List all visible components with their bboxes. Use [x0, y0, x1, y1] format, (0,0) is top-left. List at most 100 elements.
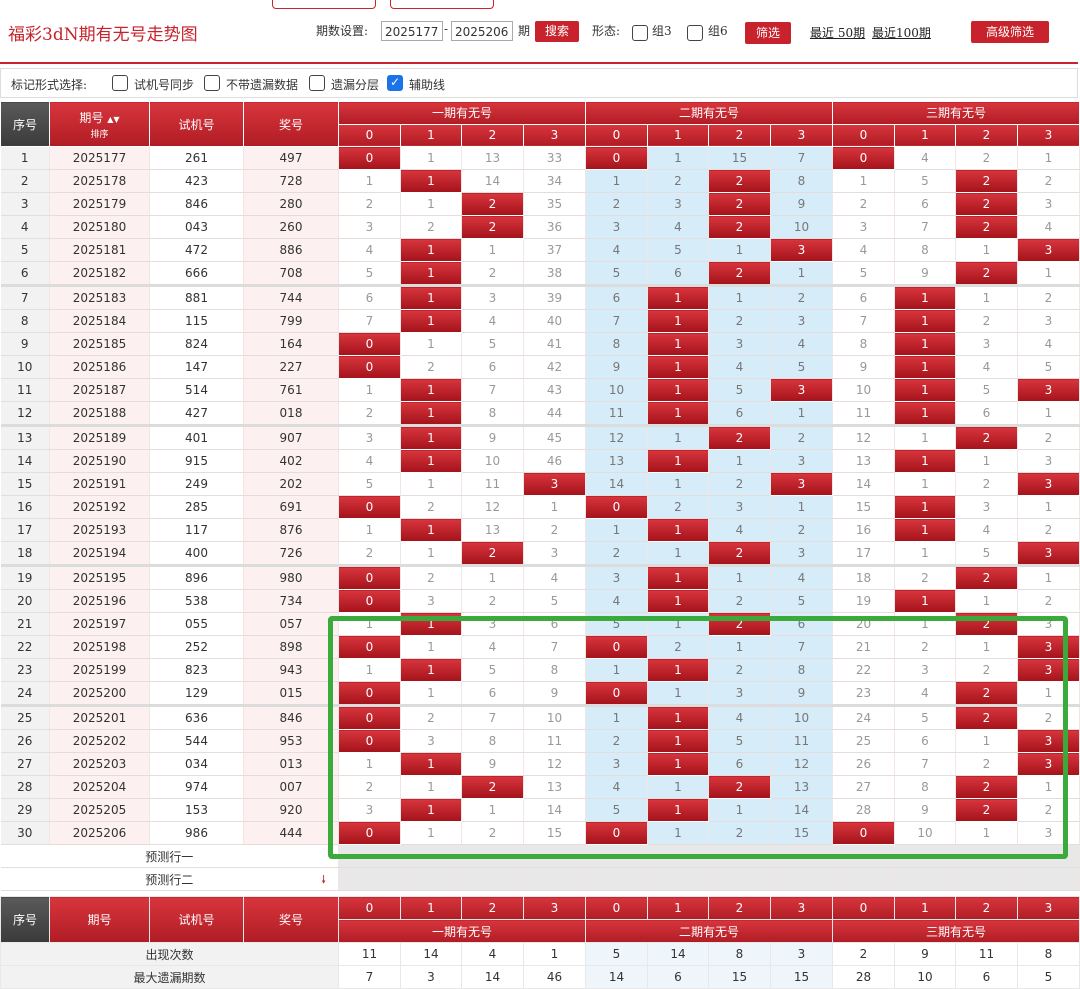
footer-period: 期号 — [49, 896, 150, 943]
miss-cell: 7 — [585, 309, 648, 333]
miss-cell: 1 — [894, 472, 956, 496]
miss-cell: 39 — [523, 284, 586, 310]
predict-cell[interactable] — [1017, 867, 1080, 891]
predict-cell[interactable] — [770, 844, 833, 868]
footer-digit: 1 — [894, 896, 956, 920]
stats-label: 出现次数 — [0, 942, 339, 966]
miss-cell: 7 — [894, 752, 956, 776]
miss-cell: 6 — [523, 612, 586, 636]
predict-cell[interactable] — [647, 867, 709, 891]
miss-cell: 3 — [708, 681, 771, 706]
miss-cell: 2 — [955, 752, 1018, 776]
predict-cell[interactable] — [400, 844, 462, 868]
predict-cell[interactable] — [955, 867, 1018, 891]
predict-cell[interactable] — [647, 844, 709, 868]
predict-cell[interactable] — [338, 844, 401, 868]
predict-cell[interactable] — [585, 844, 648, 868]
row-period: 2025197 — [49, 612, 150, 636]
hit-cell: 0 — [338, 332, 401, 356]
miss-cell: 17 — [832, 541, 895, 566]
top-tab-1[interactable] — [272, 0, 376, 9]
stats-value: 28 — [832, 965, 895, 989]
miss-cell: 34 — [523, 169, 586, 193]
advanced-filter-button[interactable]: 高级筛选 — [971, 21, 1049, 43]
predict-cell[interactable] — [523, 844, 586, 868]
sort-icon[interactable]: ▲▼ — [107, 115, 119, 124]
miss-layer-checkbox[interactable] — [309, 75, 325, 91]
predict-cell[interactable] — [338, 867, 401, 891]
predict-cell[interactable] — [708, 867, 771, 891]
hit-cell: 2 — [708, 424, 771, 450]
miss-cell: 3 — [1017, 449, 1080, 473]
miss-cell: 9 — [461, 752, 524, 776]
aux-line-checkbox[interactable] — [387, 75, 403, 91]
header-sort-label[interactable]: 排序 — [90, 130, 108, 140]
miss-cell: 3 — [894, 658, 956, 682]
group6-checkbox[interactable] — [687, 25, 703, 41]
recent-50-link[interactable]: 最近 50期 — [810, 24, 865, 41]
miss-cell: 2 — [647, 495, 709, 519]
period-to-input[interactable]: 2025206 — [451, 21, 513, 41]
table-row: 23 2025199 823 943 1 1 5 8 1 1 2 8 22 3 2 3 — [0, 658, 1080, 682]
filter-button[interactable]: 筛选 — [745, 22, 791, 44]
recent-100-link[interactable]: 最近100期 — [872, 24, 931, 41]
miss-cell: 5 — [708, 729, 771, 753]
hit-cell: 1 — [894, 518, 956, 542]
predict-cell[interactable] — [585, 867, 648, 891]
hit-cell: 3 — [770, 238, 833, 262]
miss-cell: 6 — [647, 261, 709, 286]
miss-cell: 4 — [461, 635, 524, 659]
predict-cell[interactable] — [708, 844, 771, 868]
miss-cell: 1 — [955, 449, 1018, 473]
predict-cell[interactable] — [894, 844, 956, 868]
miss-cell: 5 — [585, 612, 648, 636]
predict-cell[interactable] — [955, 844, 1018, 868]
header-period[interactable]: 期号 ▲▼ 排序 — [49, 101, 150, 147]
group3-checkbox[interactable] — [632, 25, 648, 41]
miss-cell: 5 — [338, 472, 401, 496]
row-prize: 227 — [243, 355, 339, 379]
hit-cell: 0 — [338, 589, 401, 613]
predict-cell[interactable] — [400, 867, 462, 891]
row-seq: 10 — [0, 355, 50, 379]
header-digit: 0 — [832, 123, 895, 147]
row-seq: 29 — [0, 798, 50, 822]
predict-cell[interactable] — [1017, 844, 1080, 868]
group3-label: 组3 — [652, 24, 672, 38]
miss-cell: 1 — [955, 284, 1018, 310]
row-trial: 636 — [149, 704, 244, 730]
search-button[interactable]: 搜索 — [535, 21, 579, 42]
down-arrow-icon[interactable]: 🠗 — [321, 871, 326, 890]
miss-cell: 9 — [770, 681, 833, 706]
miss-cell: 9 — [832, 355, 895, 379]
miss-cell: 12 — [523, 752, 586, 776]
predict-cell[interactable] — [832, 867, 895, 891]
table-row: 8 2025184 115 799 7 1 4 40 7 1 2 3 7 1 2 3 — [0, 309, 1080, 333]
miss-cell: 2 — [955, 472, 1018, 496]
top-tab-2[interactable] — [390, 0, 494, 9]
predict-cell[interactable] — [461, 844, 524, 868]
hit-cell: 1 — [647, 729, 709, 753]
predict-cell[interactable] — [461, 867, 524, 891]
row-period: 2025202 — [49, 729, 150, 753]
row-prize: 920 — [243, 798, 339, 822]
trial-sync-checkbox[interactable] — [112, 75, 128, 91]
row-prize: 744 — [243, 284, 339, 310]
hit-cell: 1 — [647, 658, 709, 682]
miss-cell: 9 — [523, 681, 586, 706]
predict-cell[interactable] — [894, 867, 956, 891]
predict-cell[interactable] — [832, 844, 895, 868]
no-miss-data-checkbox[interactable] — [204, 75, 220, 91]
miss-cell: 3 — [585, 215, 648, 239]
miss-cell: 2 — [1017, 589, 1080, 613]
header-digit: 2 — [955, 123, 1018, 147]
hit-cell: 1 — [400, 449, 462, 473]
period-from-input[interactable]: 2025177 — [381, 21, 443, 41]
predict-cell[interactable] — [770, 867, 833, 891]
miss-cell: 4 — [585, 775, 648, 799]
miss-cell: 2 — [708, 589, 771, 613]
miss-cell: 2 — [708, 309, 771, 333]
table-row: 3 2025179 846 280 2 1 2 35 2 3 2 9 2 6 2 3 — [0, 192, 1080, 216]
row-period: 2025188 — [49, 401, 150, 426]
predict-cell[interactable] — [523, 867, 586, 891]
